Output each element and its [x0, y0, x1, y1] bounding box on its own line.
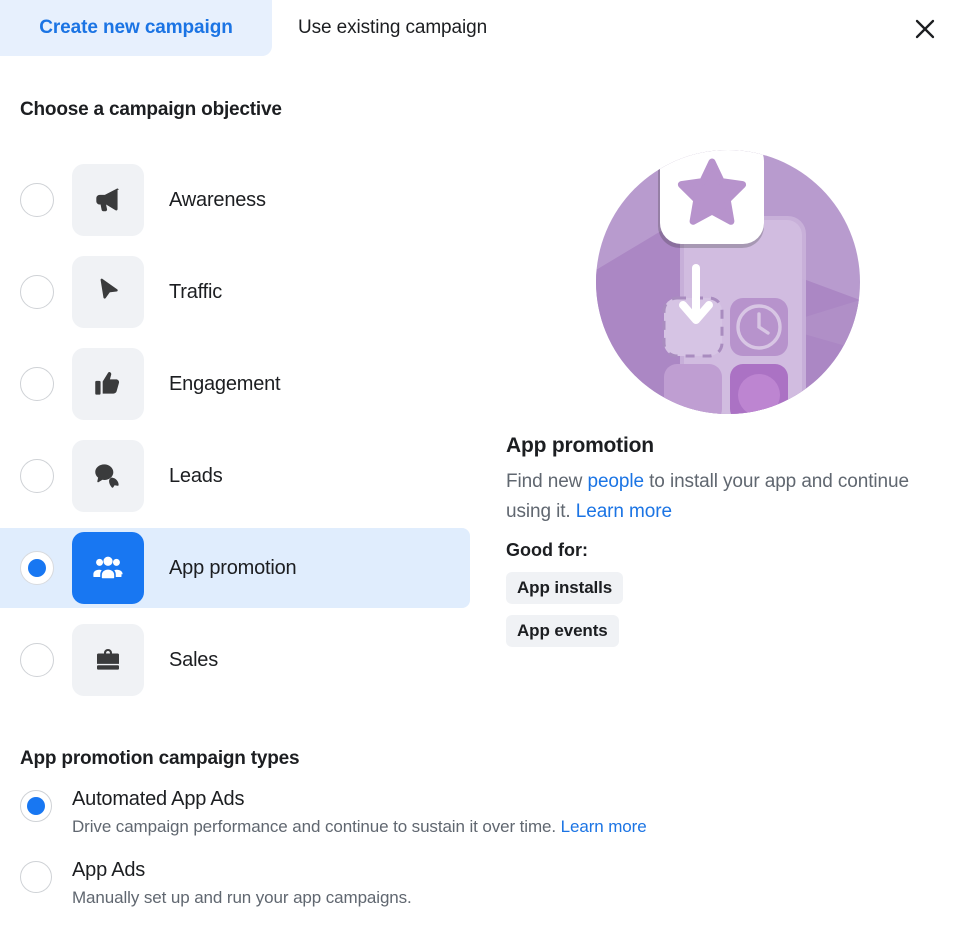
radio-engagement[interactable]	[20, 367, 54, 401]
tab-create-new-campaign[interactable]: Create new campaign	[0, 0, 272, 56]
objective-detail-panel: App promotion Find new people to install…	[506, 150, 926, 647]
radio-leads[interactable]	[20, 459, 54, 493]
objective-label-app-promotion: App promotion	[169, 556, 297, 579]
tab-use-existing-campaign-label: Use existing campaign	[298, 17, 488, 38]
people-icon-tile	[72, 532, 144, 604]
objective-label-leads: Leads	[169, 464, 223, 487]
pill-app-events: App events	[506, 615, 619, 647]
radio-sales[interactable]	[20, 643, 54, 677]
tab-create-new-campaign-label: Create new campaign	[39, 17, 233, 38]
megaphone-icon-tile	[72, 164, 144, 236]
campaign-type-text-app-ads: App Ads Manually set up and run your app…	[72, 859, 412, 908]
learn-more-link-detail[interactable]: Learn more	[576, 501, 672, 522]
good-for-pill-list: App installs App events	[506, 561, 926, 647]
objective-label-traffic: Traffic	[169, 280, 223, 303]
detail-title: App promotion	[506, 434, 654, 457]
shopping-bag-icon	[92, 644, 124, 676]
thumbs-up-icon	[91, 367, 125, 401]
objective-list: Awareness Traffic Engagement Leads App p…	[0, 160, 470, 712]
app-promotion-illustration	[596, 150, 860, 414]
close-button[interactable]	[908, 12, 942, 46]
objective-row-app-promotion[interactable]: App promotion	[0, 528, 470, 608]
cursor-icon-tile	[72, 256, 144, 328]
campaign-type-row-app-ads[interactable]: App Ads Manually set up and run your app…	[20, 859, 800, 908]
objective-row-awareness[interactable]: Awareness	[0, 160, 470, 240]
people-link[interactable]: people	[587, 471, 644, 492]
detail-description: Find new people to install your app and …	[506, 467, 916, 527]
tab-use-existing-campaign[interactable]: Use existing campaign	[272, 0, 513, 56]
campaign-type-desc-text-automated: Drive campaign performance and continue …	[72, 817, 557, 836]
campaign-types-list: Automated App Ads Drive campaign perform…	[20, 788, 800, 930]
objective-row-engagement[interactable]: Engagement	[0, 344, 470, 424]
cursor-icon	[91, 275, 125, 309]
radio-automated-app-ads[interactable]	[20, 790, 52, 822]
radio-traffic[interactable]	[20, 275, 54, 309]
campaign-type-desc-automated-app-ads: Drive campaign performance and continue …	[72, 817, 647, 837]
campaign-types-heading: App promotion campaign types	[20, 748, 300, 769]
close-icon	[913, 17, 937, 41]
learn-more-link-automated-app-ads[interactable]: Learn more	[561, 817, 647, 836]
objective-section-heading: Choose a campaign objective	[20, 99, 282, 120]
radio-app-ads[interactable]	[20, 861, 52, 893]
campaign-type-text-automated-app-ads: Automated App Ads Drive campaign perform…	[72, 788, 647, 837]
people-icon	[90, 550, 126, 586]
tab-bar: Create new campaign Use existing campaig…	[0, 0, 960, 56]
good-for-label: Good for:	[506, 540, 588, 560]
megaphone-icon	[91, 183, 125, 217]
thumbs-up-icon-tile	[72, 348, 144, 420]
radio-awareness[interactable]	[20, 183, 54, 217]
objective-row-leads[interactable]: Leads	[0, 436, 470, 516]
campaign-type-name-app-ads: App Ads	[72, 859, 146, 881]
pill-app-installs: App installs	[506, 572, 624, 604]
objective-label-sales: Sales	[169, 648, 219, 671]
objective-label-engagement: Engagement	[169, 372, 281, 395]
radio-app-promotion[interactable]	[20, 551, 54, 585]
chat-bubble-icon-tile	[72, 440, 144, 512]
campaign-type-name-automated-app-ads: Automated App Ads	[72, 788, 245, 810]
objective-row-sales[interactable]: Sales	[0, 620, 470, 700]
objective-row-traffic[interactable]: Traffic	[0, 252, 470, 332]
campaign-type-row-automated-app-ads[interactable]: Automated App Ads Drive campaign perform…	[20, 788, 800, 837]
objective-label-awareness: Awareness	[169, 188, 266, 211]
chat-bubble-icon	[91, 459, 125, 493]
campaign-type-desc-app-ads: Manually set up and run your app campaig…	[72, 888, 412, 907]
detail-desc-part1: Find new	[506, 471, 588, 492]
shopping-bag-icon-tile	[72, 624, 144, 696]
